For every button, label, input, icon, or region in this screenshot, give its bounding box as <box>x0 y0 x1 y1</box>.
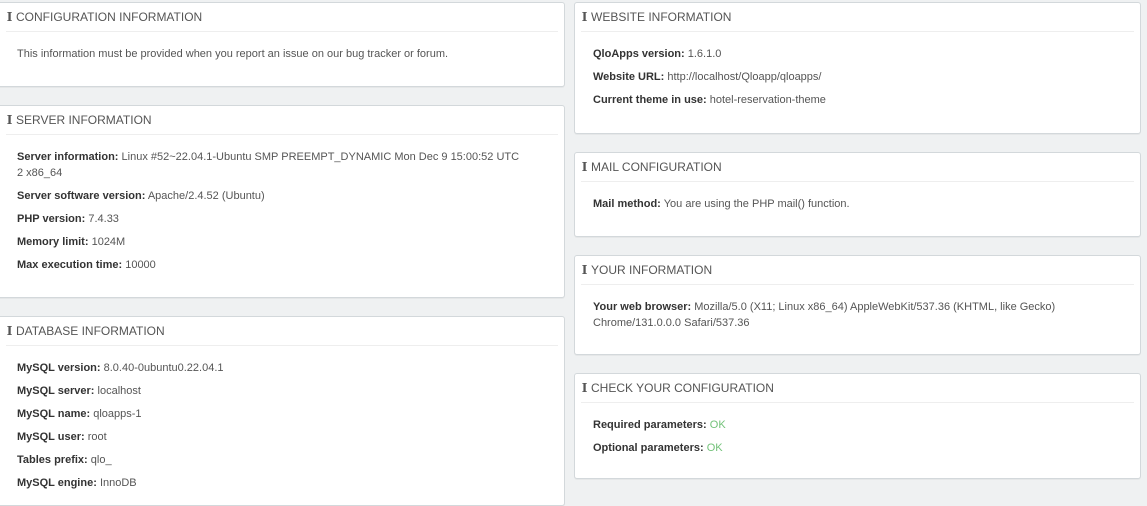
panel-title: DATABASE INFORMATION <box>16 324 165 338</box>
memory-limit-row: Memory limit: 1024M <box>17 234 524 250</box>
required-parameters-row: Required parameters: OK <box>593 417 1130 433</box>
row-value: localhost <box>97 385 141 397</box>
panel-heading: i MAIL CONFIGURATION <box>581 153 1134 182</box>
row-value: 8.0.40-0ubuntu0.22.04.1 <box>103 362 224 374</box>
mysql-name-row: MySQL name: qloapps-1 <box>17 406 554 422</box>
server-info-row: Server information: Linux #52~22.04.1-Ub… <box>17 149 524 181</box>
panel-title: CHECK YOUR CONFIGURATION <box>591 381 774 395</box>
row-label: MySQL version: <box>17 362 101 374</box>
row-label: MySQL engine: <box>17 477 97 489</box>
panel-heading: i YOUR INFORMATION <box>581 256 1134 285</box>
configuration-information-panel: i CONFIGURATION INFORMATION This informa… <box>0 2 565 87</box>
row-label: Server software version: <box>17 190 146 202</box>
row-label: Mail method: <box>593 198 661 210</box>
status-ok: OK <box>709 419 726 431</box>
row-value: 10000 <box>125 259 156 271</box>
mysql-version-row: MySQL version: 8.0.40-0ubuntu0.22.04.1 <box>17 360 554 376</box>
row-label: Max execution time: <box>17 259 123 271</box>
row-value: 1024M <box>91 236 126 248</box>
server-software-row: Server software version: Apache/2.4.52 (… <box>17 188 524 204</box>
row-label: MySQL name: <box>17 408 91 420</box>
php-version-row: PHP version: 7.4.33 <box>17 211 524 227</box>
row-label: MySQL server: <box>17 385 95 397</box>
server-information-panel: i SERVER INFORMATION Server information:… <box>0 105 565 298</box>
web-browser-row: Your web browser: Mozilla/5.0 (X11; Linu… <box>593 299 1080 331</box>
mysql-server-row: MySQL server: localhost <box>17 383 554 399</box>
row-value: qlo_ <box>90 454 112 466</box>
row-label: Required parameters: <box>593 419 707 431</box>
status-ok: OK <box>706 442 723 454</box>
info-icon: i <box>581 10 588 24</box>
mail-method-row: Mail method: You are using the PHP mail(… <box>593 196 1130 212</box>
row-value: http://localhost/Qloapp/qloapps/ <box>667 71 822 83</box>
panel-heading: i CONFIGURATION INFORMATION <box>6 3 558 32</box>
website-url-row: Website URL: http://localhost/Qloapp/qlo… <box>593 69 1130 85</box>
info-icon: i <box>581 160 588 174</box>
mail-configuration-panel: i MAIL CONFIGURATION Mail method: You ar… <box>574 152 1141 237</box>
panel-title: YOUR INFORMATION <box>591 263 713 277</box>
row-label: Tables prefix: <box>17 454 88 466</box>
row-label: PHP version: <box>17 213 86 225</box>
panel-heading: i DATABASE INFORMATION <box>6 317 558 346</box>
row-value: 7.4.33 <box>88 213 119 225</box>
optional-parameters-row: Optional parameters: OK <box>593 440 1130 456</box>
panel-title: MAIL CONFIGURATION <box>591 160 722 174</box>
current-theme-row: Current theme in use: hotel-reservation-… <box>593 92 1130 108</box>
info-icon: i <box>581 381 588 395</box>
row-value: hotel-reservation-theme <box>709 94 826 106</box>
check-configuration-panel: i CHECK YOUR CONFIGURATION Required para… <box>574 373 1141 479</box>
panel-title: CONFIGURATION INFORMATION <box>16 10 203 24</box>
max-execution-row: Max execution time: 10000 <box>17 257 524 273</box>
info-icon: i <box>6 10 13 24</box>
row-value: root <box>87 431 107 443</box>
panel-heading: i WEBSITE INFORMATION <box>581 3 1134 32</box>
row-value: You are using the PHP mail() function. <box>663 198 850 210</box>
panel-title: WEBSITE INFORMATION <box>591 10 732 24</box>
row-label: Server information: <box>17 151 119 163</box>
your-information-panel: i YOUR INFORMATION Your web browser: Moz… <box>574 255 1141 355</box>
row-value: Apache/2.4.52 (Ubuntu) <box>147 190 265 202</box>
row-value: qloapps-1 <box>93 408 142 420</box>
info-icon: i <box>6 324 13 338</box>
row-label: QloApps version: <box>593 48 685 60</box>
info-icon: i <box>581 263 588 277</box>
panel-heading: i SERVER INFORMATION <box>6 106 558 135</box>
tables-prefix-row: Tables prefix: qlo_ <box>17 452 554 468</box>
panel-title: SERVER INFORMATION <box>16 113 152 127</box>
row-label: Your web browser: <box>593 301 692 313</box>
panel-heading: i CHECK YOUR CONFIGURATION <box>581 374 1134 403</box>
database-information-panel: i DATABASE INFORMATION MySQL version: 8.… <box>0 316 565 506</box>
row-label: MySQL user: <box>17 431 85 443</box>
row-label: Optional parameters: <box>593 442 704 454</box>
qloapps-version-row: QloApps version: 1.6.1.0 <box>593 46 1130 62</box>
mysql-user-row: MySQL user: root <box>17 429 554 445</box>
row-label: Website URL: <box>593 71 665 83</box>
row-value: 1.6.1.0 <box>687 48 722 60</box>
website-information-panel: i WEBSITE INFORMATION QloApps version: 1… <box>574 2 1141 134</box>
info-icon: i <box>6 113 13 127</box>
row-value: InnoDB <box>99 477 137 489</box>
config-description: This information must be provided when y… <box>17 48 449 60</box>
row-label: Memory limit: <box>17 236 89 248</box>
mysql-engine-row: MySQL engine: InnoDB <box>17 475 554 491</box>
row-label: Current theme in use: <box>593 94 707 106</box>
